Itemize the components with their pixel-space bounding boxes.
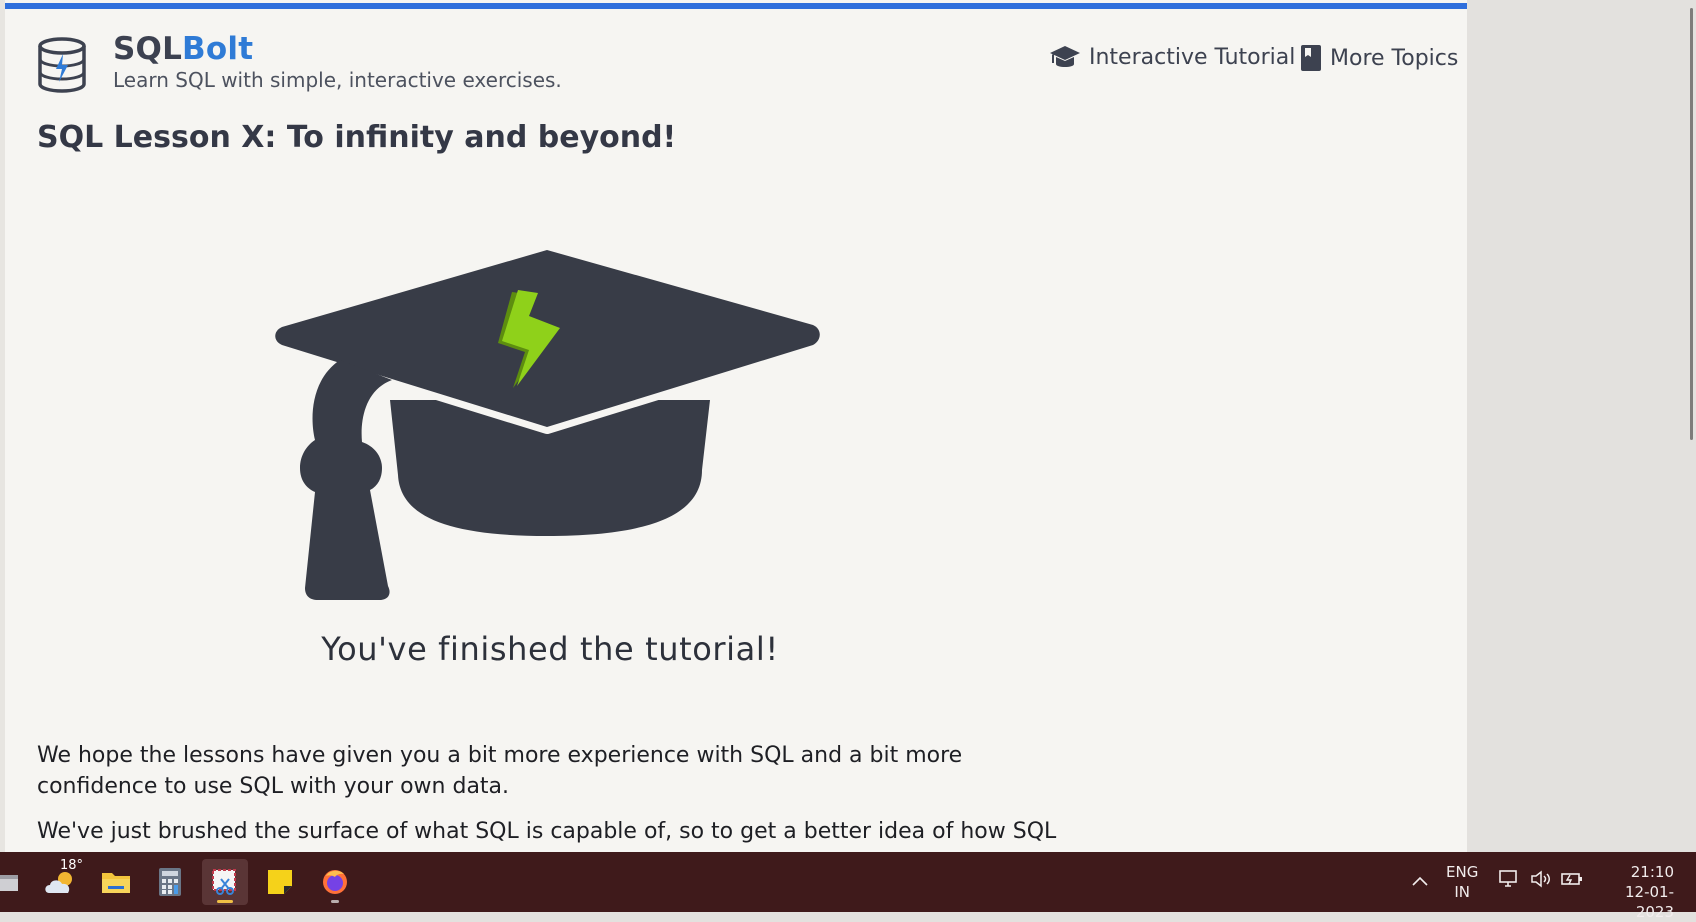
taskbar-weather[interactable]: 18°	[38, 858, 84, 905]
brand-prefix: SQL	[113, 31, 183, 67]
taskbar-calculator[interactable]	[147, 859, 193, 905]
firefox-icon	[323, 870, 347, 894]
book-icon	[1301, 45, 1321, 71]
lesson-paragraph-2: We've just brushed the surface of what S…	[37, 819, 1057, 852]
language-indicator[interactable]: ENG IN	[1446, 862, 1478, 902]
active-app-indicator	[217, 900, 233, 903]
finished-caption: You've finished the tutorial!	[321, 630, 779, 668]
lesson-paragraph-1: We hope the lessons have given you a bit…	[37, 743, 963, 799]
network-icon[interactable]	[1498, 869, 1520, 889]
sticky-notes-icon	[268, 870, 292, 894]
taskbar-file-explorer[interactable]	[93, 859, 139, 905]
scrollbar-thumb[interactable]	[1690, 8, 1693, 440]
graduation-cap-lightning-icon	[270, 243, 827, 600]
clock-date: 12-01-2023	[1625, 883, 1674, 921]
nav-topics-label: More Topics	[1330, 45, 1459, 71]
nav-more-topics[interactable]: More Topics	[1300, 44, 1458, 72]
calculator-icon	[159, 868, 181, 896]
taskbar-snipping-tool[interactable]	[202, 859, 248, 905]
chevron-up-icon[interactable]	[1412, 875, 1428, 887]
top-accent-bar	[5, 3, 1467, 9]
start-button[interactable]	[0, 859, 32, 905]
tagline: Learn SQL with simple, interactive exerc…	[113, 68, 562, 92]
brand-name[interactable]: SQLBolt	[113, 28, 562, 70]
windows-icon	[0, 875, 18, 891]
graduation-cap-icon	[1050, 46, 1080, 67]
left-window-edge	[0, 0, 5, 852]
taskbar-sticky-notes[interactable]	[257, 859, 303, 905]
volume-icon[interactable]	[1530, 869, 1552, 889]
file-explorer-icon	[102, 873, 130, 893]
nav-interactive-tutorial[interactable]: Interactive Tutorial	[1049, 44, 1295, 70]
database-logo-icon[interactable]	[36, 37, 88, 93]
brand[interactable]: SQLBolt Learn SQL with simple, interacti…	[113, 28, 562, 92]
system-clock[interactable]: 21:10 12-01-2023	[1590, 862, 1674, 922]
webpage: SQLBolt Learn SQL with simple, interacti…	[0, 0, 1467, 852]
taskbar: 18° ENG IN 21:10 12-01-2023	[0, 852, 1696, 921]
battery-icon[interactable]	[1560, 869, 1584, 889]
region-code: IN	[1454, 883, 1470, 901]
lesson-title: SQL Lesson X: To infinity and beyond!	[37, 120, 677, 155]
language-code: ENG	[1446, 863, 1479, 881]
snipping-tool-icon	[212, 869, 236, 895]
taskbar-firefox[interactable]	[312, 859, 358, 905]
brand-suffix: Bolt	[182, 31, 254, 67]
nav-tutorial-label: Interactive Tutorial	[1089, 44, 1296, 70]
open-app-indicator	[331, 900, 339, 903]
weather-temp: 18°	[60, 858, 84, 873]
clock-time: 21:10	[1630, 863, 1674, 881]
